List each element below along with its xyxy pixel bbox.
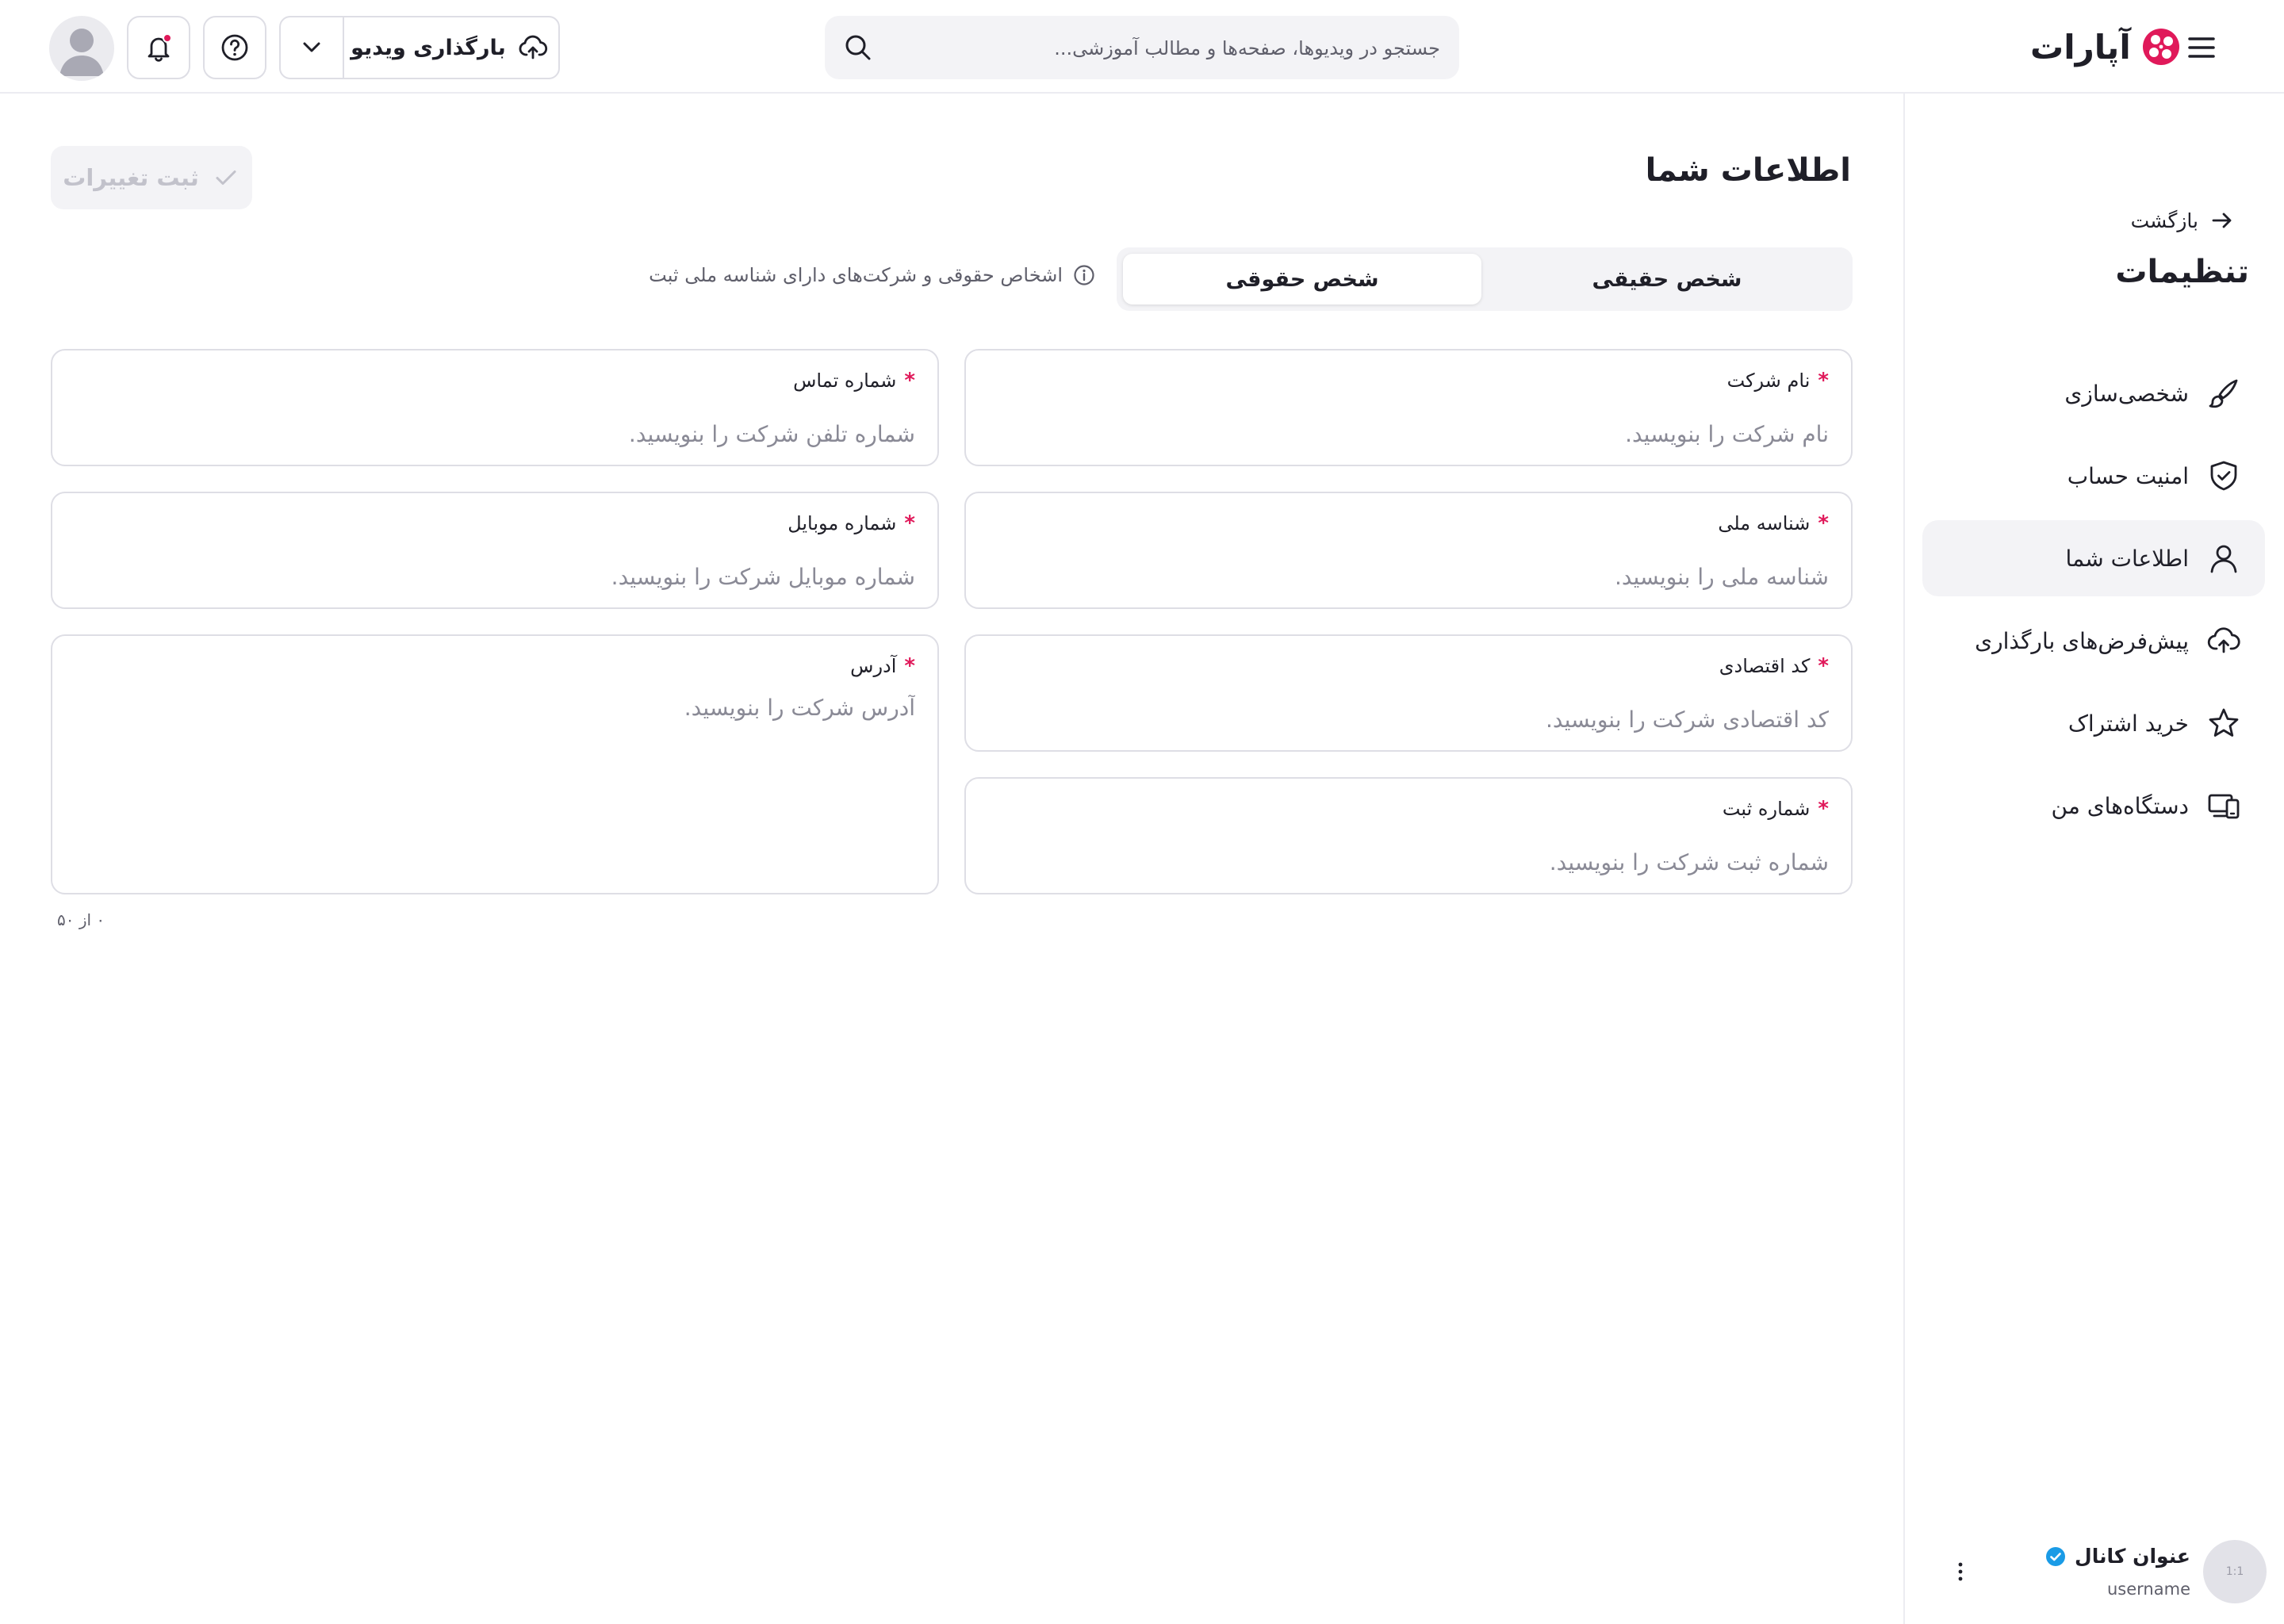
phone-field: * شماره تماس	[51, 349, 939, 466]
save-changes-button[interactable]: ثبت تغییرات	[51, 146, 252, 209]
upload-options-dropdown[interactable]	[281, 17, 344, 78]
economic-code-input[interactable]	[988, 701, 1829, 737]
channel-name-row: عنوان کانال	[2044, 1545, 2190, 1568]
star-icon	[2206, 706, 2241, 741]
search-icon[interactable]	[842, 32, 874, 63]
economic-code-field: * کد اقتصادی	[964, 634, 1853, 752]
field-label-text: شماره ثبت	[1722, 798, 1811, 820]
search-bar	[825, 16, 1459, 81]
field-label: * شماره ثبت	[1723, 798, 1829, 820]
page-title: اطلاعات شما	[1645, 152, 1851, 189]
registration-number-field: * شماره ثبت	[964, 777, 1853, 894]
field-label-text: کد اقتصادی	[1719, 655, 1811, 677]
devices-icon	[2206, 788, 2241, 823]
menu-icon[interactable]	[2182, 29, 2221, 67]
channel-avatar: 1:1	[2203, 1540, 2267, 1603]
upload-video-group: بارگذاری ویدیو	[279, 16, 560, 79]
sidebar-item-label: شخصی‌سازی	[2064, 380, 2189, 407]
field-label-text: شماره تماس	[793, 370, 897, 392]
required-mark: *	[904, 511, 915, 535]
save-changes-label: ثبت تغییرات	[63, 164, 199, 191]
sidebar-item-account-security[interactable]: امنیت حساب	[1922, 438, 2265, 514]
sidebar-item-label: دستگاه‌های من	[2051, 792, 2189, 819]
verified-badge-icon	[2044, 1545, 2067, 1568]
sidebar-item-buy-subscription[interactable]: خرید اشتراک	[1922, 685, 2265, 761]
national-id-field: * شناسه ملی	[964, 492, 1853, 609]
channel-username: username	[2107, 1580, 2190, 1599]
field-label-text: شناسه ملی	[1718, 512, 1811, 534]
address-textarea[interactable]	[75, 695, 915, 837]
required-mark: *	[1818, 654, 1829, 678]
arrow-right-icon	[2209, 208, 2235, 233]
help-icon	[219, 32, 251, 63]
field-label-text: شماره موبایل	[788, 512, 897, 534]
shield-check-icon	[2206, 458, 2241, 493]
tab-legal-person[interactable]: شخص حقوقی	[1123, 254, 1481, 304]
registration-number-input[interactable]	[988, 844, 1829, 880]
tab-natural-person[interactable]: شخص حقیقی	[1488, 254, 1846, 304]
person-type-toggle: شخص حقیقی شخص حقوقی	[1117, 247, 1853, 311]
channel-card[interactable]: 1:1 عنوان کانال username	[1933, 1540, 2267, 1603]
search-input[interactable]	[899, 16, 1442, 81]
sidebar-item-your-info[interactable]: اطلاعات شما	[1922, 520, 2265, 596]
settings-title: تنظیمات	[2115, 254, 2249, 290]
field-label: * آدرس	[850, 655, 915, 677]
aparat-logo[interactable]: آپارات	[2030, 19, 2182, 75]
field-label: * شماره موبایل	[788, 512, 915, 534]
company-name-field: * نام شرکت	[964, 349, 1853, 466]
mobile-field: * شماره موبایل	[51, 492, 939, 609]
check-icon	[212, 163, 240, 192]
address-field: * آدرس	[51, 634, 939, 894]
field-label-text: آدرس	[850, 655, 897, 677]
mobile-input[interactable]	[75, 558, 915, 595]
national-id-input[interactable]	[988, 558, 1829, 595]
required-mark: *	[1818, 511, 1829, 535]
cloud-upload-icon	[2206, 623, 2241, 658]
phone-input[interactable]	[75, 416, 915, 452]
sidebar-item-label: امنیت حساب	[2067, 462, 2189, 489]
required-mark: *	[1818, 797, 1829, 821]
sidebar-item-upload-defaults[interactable]: پیش‌فرض‌های بارگذاری	[1922, 603, 2265, 679]
settings-sidebar: بازگشت تنظیمات شخصی‌سازی امنیت حساب اطلا…	[1903, 94, 2284, 1624]
back-label: بازگشت	[2130, 209, 2198, 232]
logo-text: آپارات	[2030, 27, 2131, 67]
chevron-down-icon	[297, 33, 326, 62]
field-label: * نام شرکت	[1727, 370, 1829, 392]
company-name-input[interactable]	[988, 416, 1829, 452]
required-mark: *	[904, 654, 915, 678]
sidebar-item-personalization[interactable]: شخصی‌سازی	[1922, 355, 2265, 431]
required-mark: *	[1818, 369, 1829, 393]
bell-icon	[143, 32, 174, 63]
cloud-upload-icon	[517, 32, 549, 63]
sidebar-item-my-devices[interactable]: دستگاه‌های من	[1922, 768, 2265, 844]
help-button[interactable]	[203, 16, 266, 79]
user-avatar[interactable]	[49, 16, 114, 81]
info-hint: اشخاص حقوقی و شرکت‌های دارای شناسه ملی ث…	[649, 263, 1096, 287]
required-mark: *	[904, 369, 915, 393]
field-label: * شناسه ملی	[1718, 512, 1829, 534]
field-label-text: نام شرکت	[1726, 370, 1811, 392]
upload-video-label: بارگذاری ویدیو	[351, 35, 506, 60]
user-icon	[2206, 541, 2241, 576]
field-label: * کد اقتصادی	[1719, 655, 1829, 677]
channel-name: عنوان کانال	[2075, 1545, 2190, 1568]
back-link[interactable]: بازگشت	[2131, 208, 2235, 233]
info-icon	[1072, 263, 1096, 287]
sidebar-item-label: خرید اشتراک	[2067, 710, 2189, 737]
info-text: اشخاص حقوقی و شرکت‌های دارای شناسه ملی ث…	[649, 264, 1063, 286]
field-label: * شماره تماس	[793, 370, 915, 392]
upload-video-button[interactable]: بارگذاری ویدیو	[341, 17, 558, 78]
brush-icon	[2206, 376, 2241, 411]
aparat-logo-icon	[2140, 26, 2182, 67]
sidebar-item-label: پیش‌فرض‌های بارگذاری	[1975, 627, 2189, 654]
more-vertical-icon[interactable]	[1945, 1556, 1976, 1588]
top-header: آپارات بارگذاری ویدیو	[0, 0, 2284, 94]
sidebar-item-label: اطلاعات شما	[2065, 545, 2189, 572]
address-char-counter: ۰ از ۵۰	[57, 910, 105, 929]
notifications-button[interactable]	[127, 16, 190, 79]
